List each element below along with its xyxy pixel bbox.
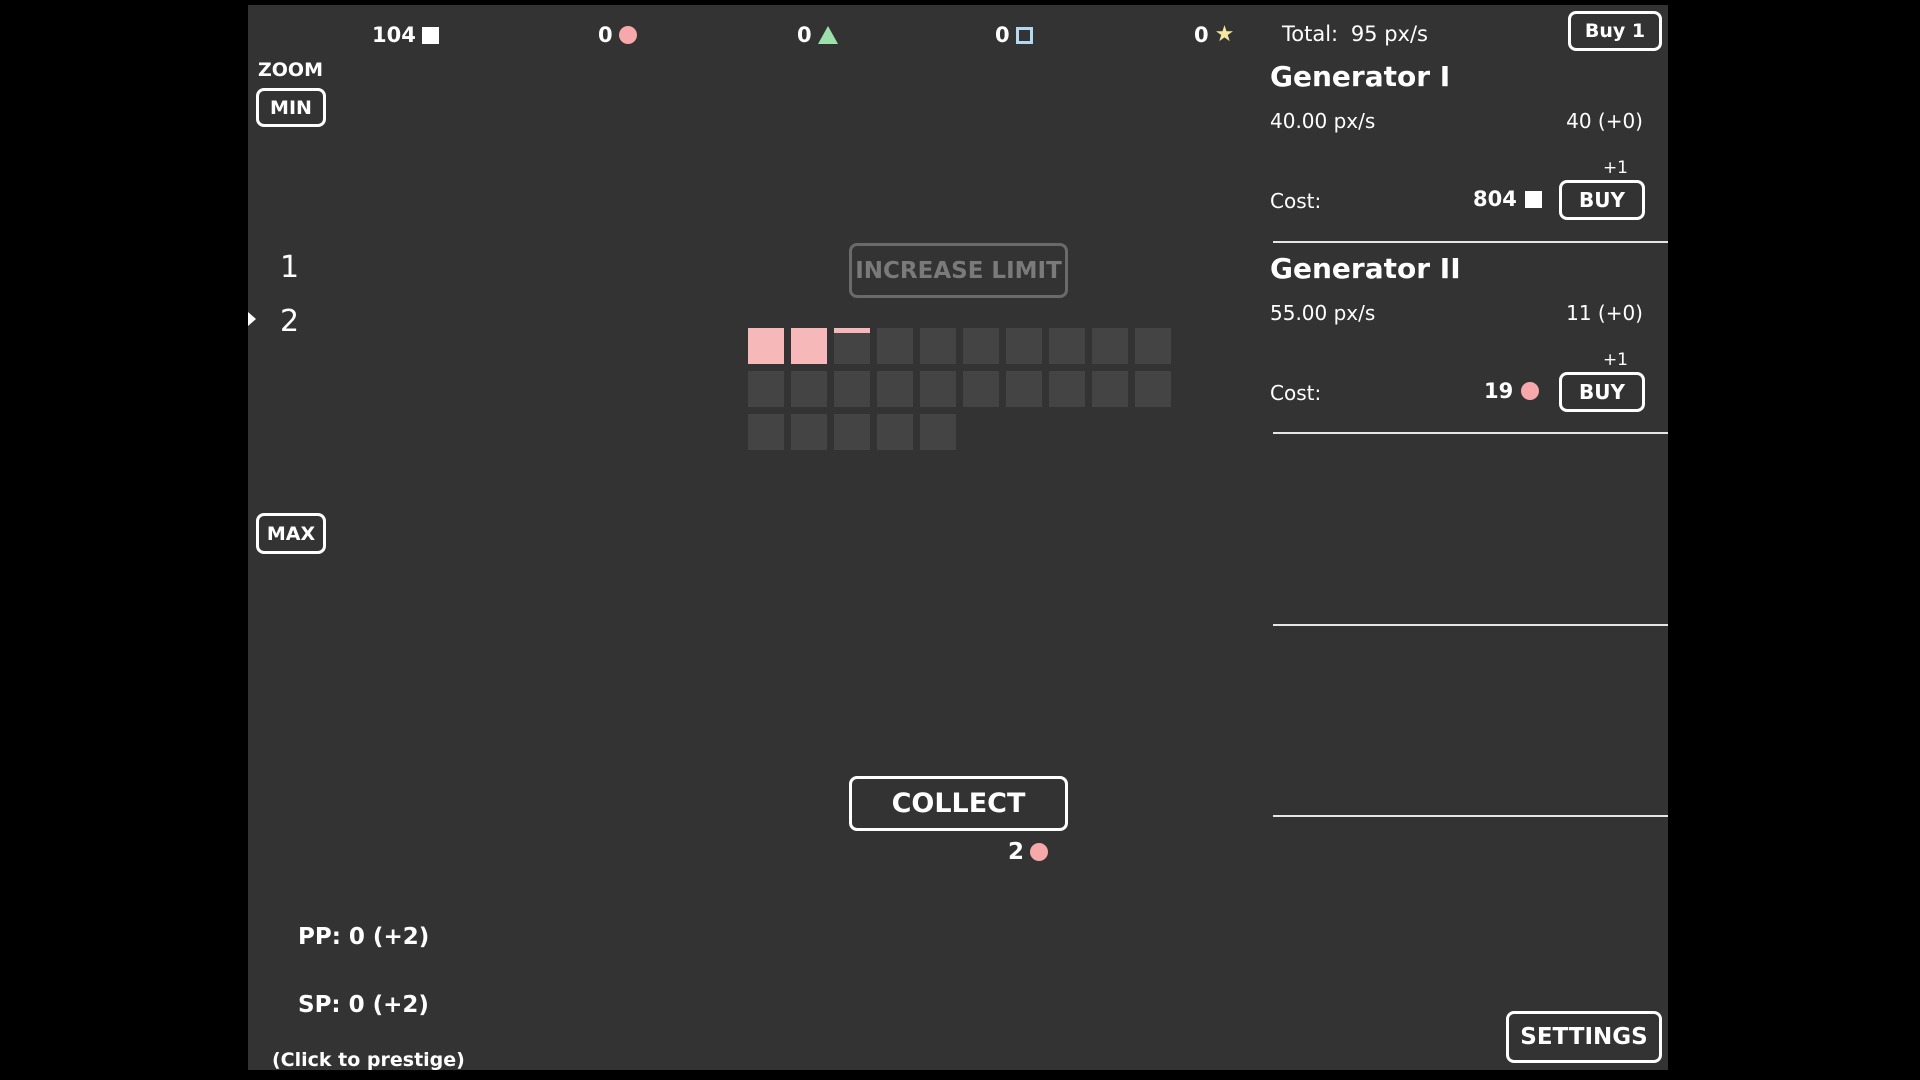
zoom-min-button[interactable]: MIN <box>256 88 326 127</box>
grid-cell-fill <box>834 328 870 333</box>
grid-cell <box>748 371 784 407</box>
zoom-max-button[interactable]: MAX <box>256 513 326 554</box>
increase-limit-button[interactable]: INCREASE LIMIT <box>849 243 1068 298</box>
generator-2-rate: 55.00 px/s <box>1270 301 1376 325</box>
total-label: Total: <box>1282 22 1339 46</box>
generator-1-cost: 804 <box>1473 187 1542 211</box>
grid-cell <box>1006 371 1042 407</box>
grid-cell <box>748 414 784 450</box>
grid-cell <box>1006 328 1042 364</box>
grid-cell <box>920 414 956 450</box>
square-icon <box>1524 190 1542 208</box>
total-value: 95 px/s <box>1350 22 1428 46</box>
resource-squares-value: 104 <box>372 23 416 47</box>
generator-2-count: 11 (+0) <box>1566 301 1643 325</box>
prestige-hint[interactable]: (Click to prestige) <box>272 1049 465 1071</box>
prestige-points[interactable]: PP: 0 (+2) <box>298 924 429 950</box>
triangle-icon <box>817 26 838 44</box>
collect-button[interactable]: COLLECT <box>849 776 1068 831</box>
resource-stars-value: 0 <box>1194 23 1209 47</box>
generator-1-plus: +1 <box>1602 158 1628 178</box>
grid-cell <box>1135 371 1171 407</box>
generator-1-cost-value: 804 <box>1473 187 1517 211</box>
generator-divider <box>1273 624 1668 626</box>
grid-cell <box>920 371 956 407</box>
grid-cell <box>1049 371 1085 407</box>
zoom-label: ZOOM <box>258 59 323 81</box>
generator-2-cost-label: Cost: <box>1270 381 1322 405</box>
grid-cell <box>791 371 827 407</box>
resource-hollow-squares-value: 0 <box>995 23 1010 47</box>
resource-triangles: 0 <box>797 19 838 51</box>
generator-2-buy-button[interactable]: BUY <box>1559 372 1645 412</box>
grid-cell <box>1092 371 1128 407</box>
resource-circles-value: 0 <box>598 23 613 47</box>
generator-divider <box>1273 241 1668 243</box>
resource-triangles-value: 0 <box>797 23 812 47</box>
circle-icon <box>618 26 637 44</box>
total-rate: Total: 95 px/s <box>1282 22 1428 46</box>
collect-reward: 2 <box>1008 839 1049 865</box>
grid-cell <box>877 328 913 364</box>
star-icon: ★ <box>1214 22 1235 47</box>
collect-reward-value: 2 <box>1008 839 1025 865</box>
resource-hollow-squares: 0 <box>995 19 1033 51</box>
grid-cell <box>834 328 870 364</box>
grid-cell <box>791 414 827 450</box>
grid-cell <box>963 371 999 407</box>
square-icon <box>421 26 439 44</box>
grid-cell <box>834 371 870 407</box>
grid-cell <box>1049 328 1085 364</box>
generator-1-title: Generator I <box>1270 60 1451 93</box>
buy-mode-button[interactable]: Buy 1 <box>1568 11 1662 51</box>
game-area: 104 0 0 0 0 ★ Total: 95 px/s Buy 1 ZOOM … <box>248 5 1668 1071</box>
circle-icon <box>1521 382 1540 400</box>
generator-divider <box>1273 815 1668 817</box>
grid-cell <box>877 371 913 407</box>
layer-item-2[interactable]: 2 <box>280 304 299 339</box>
grid-cell <box>834 414 870 450</box>
grid-cell <box>920 328 956 364</box>
generator-1-rate: 40.00 px/s <box>1270 109 1376 133</box>
hollow-square-icon <box>1015 26 1033 44</box>
grid-cell <box>791 328 827 364</box>
generator-2-cost-value: 19 <box>1484 379 1514 403</box>
circle-icon <box>1030 843 1049 861</box>
grid-cell <box>1092 328 1128 364</box>
resource-circles: 0 <box>598 19 637 51</box>
layer-pointer-icon <box>248 312 256 326</box>
generator-divider <box>1273 432 1668 434</box>
generator-1-buy-button[interactable]: BUY <box>1559 180 1645 220</box>
generator-2-plus: +1 <box>1602 350 1628 370</box>
generator-2-title: Generator II <box>1270 252 1461 285</box>
generator-2-cost: 19 <box>1484 379 1540 403</box>
generator-1-cost-label: Cost: <box>1270 189 1322 213</box>
layer-item-1[interactable]: 1 <box>280 250 299 285</box>
resource-squares: 104 <box>372 19 439 51</box>
grid-cell <box>748 328 784 364</box>
grid-cell <box>1135 328 1171 364</box>
grid-cell <box>877 414 913 450</box>
grid-cell <box>963 328 999 364</box>
generator-1-count: 40 (+0) <box>1566 109 1643 133</box>
super-points[interactable]: SP: 0 (+2) <box>298 992 429 1018</box>
settings-button[interactable]: SETTINGS <box>1506 1011 1662 1063</box>
resource-stars: 0 ★ <box>1194 19 1234 51</box>
